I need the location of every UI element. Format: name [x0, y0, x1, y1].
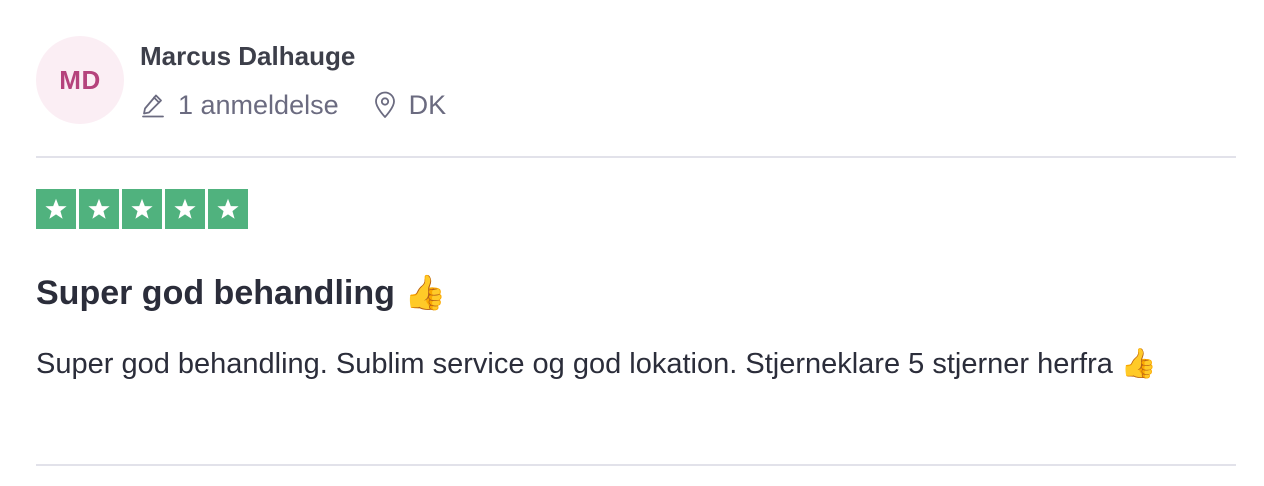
reviewer-location: DK — [373, 89, 447, 121]
location-pin-icon — [373, 91, 397, 119]
star-icon — [208, 189, 248, 229]
divider — [36, 464, 1236, 466]
star-icon — [122, 189, 162, 229]
review-card: MD Marcus Dalhauge 1 anmeldelse DK Super… — [0, 0, 1264, 486]
divider — [36, 156, 1236, 158]
avatar-initials: MD — [59, 64, 101, 95]
reviewer-meta: 1 anmeldelse DK — [140, 87, 446, 123]
review-count-label: 1 anmeldelse — [178, 89, 339, 120]
star-rating — [36, 189, 248, 229]
review-title[interactable]: Super god behandling 👍 — [36, 272, 447, 314]
review-count: 1 anmeldelse — [140, 90, 339, 121]
star-icon — [165, 189, 205, 229]
reviewer-name[interactable]: Marcus Dalhauge — [140, 40, 355, 72]
star-icon — [36, 189, 76, 229]
avatar[interactable]: MD — [36, 36, 124, 124]
star-icon — [79, 189, 119, 229]
pencil-icon — [140, 92, 166, 118]
review-body: Super god behandling. Sublim service og … — [36, 348, 1158, 380]
country-label: DK — [408, 89, 447, 120]
